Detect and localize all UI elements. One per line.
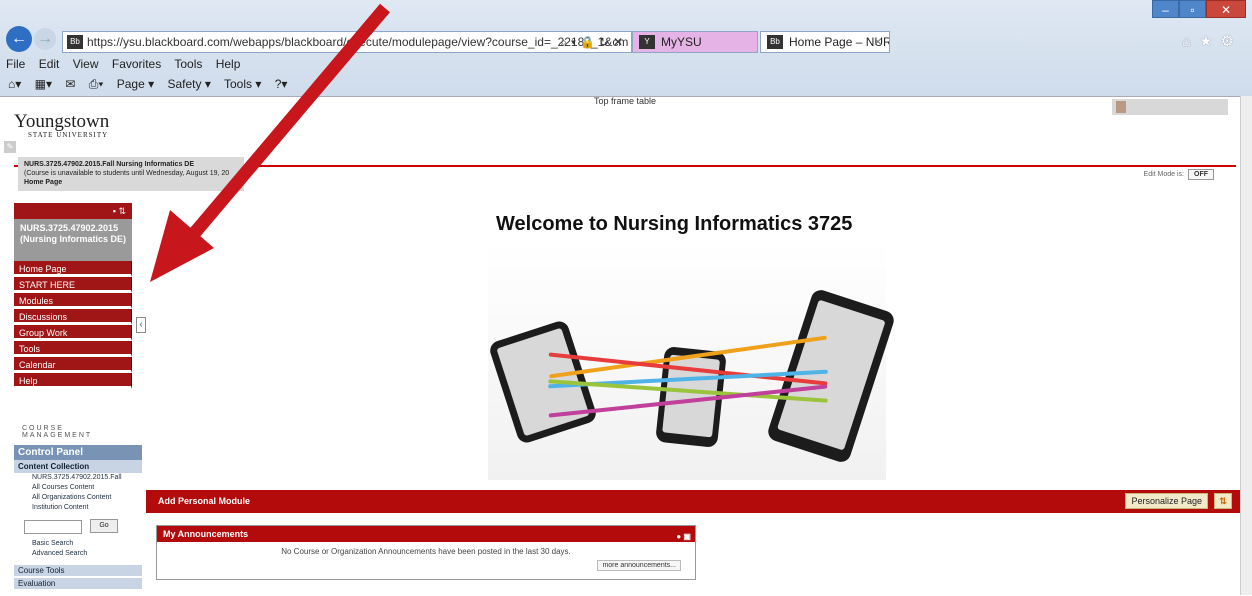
ysu-favicon-icon: Y xyxy=(639,35,655,49)
help-icon[interactable]: ?▾ xyxy=(275,77,288,91)
nursing-informatics-banner xyxy=(487,241,897,480)
collapse-menu-button[interactable]: ‹ xyxy=(136,317,146,333)
browser-chrome: – ▫ ✕ ← → Bb https://ysu.blackboard.com/… xyxy=(0,0,1252,96)
maximize-button[interactable]: ▫ xyxy=(1179,0,1206,18)
welcome-heading: Welcome to Nursing Informatics 3725 xyxy=(496,213,853,235)
command-bar: ⌂▾ ▦▾ ✉ ⎙▾ Page ▾ Safety ▾ Tools ▾ ?▾ xyxy=(0,74,1252,94)
command-safety[interactable]: Safety ▾ xyxy=(167,77,210,91)
evaluation[interactable]: Evaluation xyxy=(14,578,142,589)
menu-file[interactable]: File xyxy=(6,57,25,71)
tab-home-page[interactable]: Bb Home Page – NURS... ✕ xyxy=(760,31,890,53)
tab-myysu[interactable]: Y MyYSU xyxy=(632,31,758,53)
url-text: https://ysu.blackboard.com/webapps/black… xyxy=(87,35,629,49)
minimize-button[interactable]: – xyxy=(1152,0,1179,18)
close-tab-icon[interactable]: ✕ xyxy=(873,32,883,52)
collection-item[interactable]: All Courses Content xyxy=(14,483,142,493)
announcements-title: My Announcements xyxy=(163,529,249,539)
menu-favorites[interactable]: Favorites xyxy=(112,57,161,71)
collection-item[interactable]: Institution Content xyxy=(14,503,142,513)
go-button[interactable]: Go xyxy=(90,519,118,533)
content-collection[interactable]: Content Collection xyxy=(14,460,142,473)
search-input[interactable] xyxy=(24,519,82,534)
menu-item-help[interactable]: Help xyxy=(14,373,132,389)
course-management: COURSE MANAGEMENT Control Panel Content … xyxy=(14,419,142,596)
tablet-image xyxy=(765,287,897,465)
window-controls: – ▫ ✕ xyxy=(1152,0,1246,20)
menu-help[interactable]: Help xyxy=(216,57,241,71)
course-tools[interactable]: Course Tools xyxy=(14,565,142,576)
module-options-icon[interactable]: ● ▣ xyxy=(676,529,691,545)
menu-bar: File Edit View Favorites Tools Help xyxy=(0,55,1252,73)
forward-button[interactable]: → xyxy=(34,28,56,50)
add-personal-module-button[interactable]: Add Personal Module xyxy=(158,496,250,506)
edit-mode-value[interactable]: OFF xyxy=(1188,169,1214,180)
breadcrumb: NURS.3725.47902.2015.Fall Nursing Inform… xyxy=(18,157,244,191)
blackboard-favicon-icon: Bb xyxy=(767,35,783,49)
toolbar-icons[interactable]: ⌂★⚙ xyxy=(1182,32,1242,50)
menu-view[interactable]: View xyxy=(73,57,99,71)
top-frame-title: Top frame table xyxy=(594,96,657,106)
menu-item-discussions[interactable]: Discussions xyxy=(14,309,132,325)
basic-search-link[interactable]: Basic Search xyxy=(14,539,142,549)
course-management-title: COURSE MANAGEMENT xyxy=(22,425,93,439)
breadcrumb-course[interactable]: NURS.3725.47902.2015.Fall Nursing Inform… xyxy=(24,161,194,168)
announcements-header: My Announcements ● ▣ xyxy=(157,526,695,542)
back-button[interactable]: ← xyxy=(6,26,32,52)
menu-item-modules[interactable]: Modules xyxy=(14,293,132,309)
menu-item-calendar[interactable]: Calendar xyxy=(14,357,132,373)
blackboard-favicon-icon: Bb xyxy=(67,35,83,49)
scrollbar[interactable] xyxy=(1240,96,1252,595)
advanced-search-link[interactable]: Advanced Search xyxy=(14,549,142,559)
address-bar[interactable]: Bb https://ysu.blackboard.com/webapps/bl… xyxy=(62,31,632,53)
edit-pencil-icon[interactable]: ✎ xyxy=(4,141,16,153)
command-tools[interactable]: Tools ▾ xyxy=(224,77,261,91)
feeds-icon[interactable]: ▦▾ xyxy=(35,77,52,91)
control-panel[interactable]: Control Panel xyxy=(14,445,142,460)
edit-mode-toggle[interactable]: Edit Mode is: OFF xyxy=(1144,169,1214,180)
ysu-logo[interactable]: Youngstown STATE UNIVERSITY xyxy=(14,111,109,139)
course-menu: ▪ ⇅ NURS.3725.47902.2015 (Nursing Inform… xyxy=(14,203,132,389)
menu-item-home-page[interactable]: Home Page xyxy=(14,261,132,277)
address-tools-icon[interactable]: ⌕▾🔒↻✕ xyxy=(560,32,627,52)
close-window-button[interactable]: ✕ xyxy=(1206,0,1246,18)
collection-item[interactable]: All Organizations Content xyxy=(14,493,142,503)
mail-icon[interactable]: ✉ xyxy=(65,77,75,91)
add-personal-module-bar: Add Personal Module Personalize Page ⇅ xyxy=(146,490,1240,513)
command-page[interactable]: Page ▾ xyxy=(117,77,154,91)
breadcrumb-page: Home Page xyxy=(24,179,63,186)
user-menu[interactable] xyxy=(1112,99,1228,115)
reorder-icon[interactable]: ⇅ xyxy=(1214,493,1232,509)
breadcrumb-note: (Course is unavailable to students until… xyxy=(24,170,230,177)
top-frame: Youngstown STATE UNIVERSITY Top frame tab… xyxy=(0,96,1240,155)
menu-item-start-here[interactable]: START HERE xyxy=(14,277,132,293)
course-title[interactable]: NURS.3725.47902.2015 (Nursing Informatic… xyxy=(14,219,132,261)
menu-edit[interactable]: Edit xyxy=(39,57,60,71)
home-icon[interactable]: ⌂▾ xyxy=(8,77,21,91)
more-announcements-button[interactable]: more announcements... xyxy=(597,560,681,571)
collection-item[interactable]: NURS.3725.47902.2015.Fall xyxy=(14,473,142,483)
tab-label: MyYSU xyxy=(661,35,702,49)
announcements-message: No Course or Organization Announcements … xyxy=(281,547,571,556)
course-menu-header: ▪ ⇅ xyxy=(14,203,132,219)
page-viewport: Youngstown STATE UNIVERSITY Top frame tab… xyxy=(0,96,1240,596)
menu-item-tools[interactable]: Tools xyxy=(14,341,132,357)
print-icon[interactable]: ⎙▾ xyxy=(89,77,104,91)
personalize-page-button[interactable]: Personalize Page xyxy=(1125,493,1208,509)
menu-tools[interactable]: Tools xyxy=(174,57,202,71)
announcements-module: My Announcements ● ▣ No Course or Organi… xyxy=(156,525,696,580)
menu-item-group-work[interactable]: Group Work xyxy=(14,325,132,341)
search-box: Go xyxy=(24,519,142,534)
